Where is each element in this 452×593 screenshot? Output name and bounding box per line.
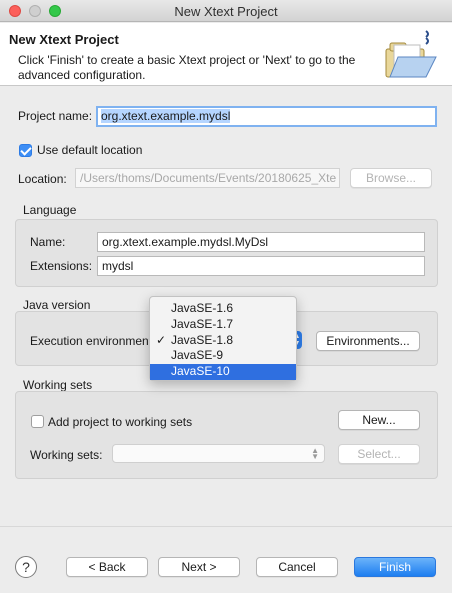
finish-button[interactable]: Finish (354, 557, 436, 577)
checkmark-icon: ✓ (156, 332, 167, 347)
folder-wizard-icon (385, 30, 437, 78)
project-name-label: Project name: (18, 109, 93, 123)
use-default-location-checkbox[interactable] (19, 144, 32, 157)
back-button[interactable]: < Back (66, 557, 148, 577)
footer-separator (0, 526, 452, 527)
working-sets-combo[interactable]: ▲ ▼ (112, 444, 325, 463)
wizard-description: Click 'Finish' to create a basic Xtext p… (18, 53, 356, 82)
select-working-set-button[interactable]: Select... (338, 444, 420, 464)
execution-environment-dropdown: JavaSE-1.6 JavaSE-1.7 ✓ JavaSE-1.8 JavaSE… (149, 296, 297, 381)
wizard-title: New Xtext Project (9, 32, 119, 47)
use-default-location-label: Use default location (37, 143, 143, 157)
execution-environment-label: Execution environment (30, 334, 153, 348)
add-to-working-sets-checkbox[interactable] (31, 415, 44, 428)
dropdown-option-javase-10[interactable]: JavaSE-10 (150, 364, 296, 380)
java-version-group-label: Java version (23, 298, 91, 312)
add-to-working-sets-label: Add project to working sets (48, 415, 193, 429)
dropdown-option-javase-9[interactable]: JavaSE-9 (150, 348, 296, 364)
language-name-input[interactable]: org.xtext.example.mydsl.MyDsl (97, 232, 425, 252)
dropdown-option-javase-1-8[interactable]: ✓ JavaSE-1.8 (150, 333, 296, 349)
new-working-set-button[interactable]: New... (338, 410, 420, 430)
environments-button[interactable]: Environments... (316, 331, 420, 351)
title-bar: New Xtext Project (0, 0, 452, 22)
working-sets-group (15, 391, 438, 479)
wizard-header: New Xtext Project Click 'Finish' to crea… (0, 23, 452, 86)
cancel-button[interactable]: Cancel (256, 557, 338, 577)
project-name-input[interactable]: org.xtext.example.mydsl (96, 106, 437, 127)
dropdown-option-javase-1-6[interactable]: JavaSE-1.6 (150, 301, 296, 317)
dropdown-option-javase-1-7[interactable]: JavaSE-1.7 (150, 317, 296, 333)
working-sets-group-label: Working sets (23, 378, 93, 392)
language-group-label: Language (23, 203, 77, 217)
updown-icon: ▲ ▼ (311, 446, 319, 461)
language-group (15, 219, 438, 287)
browse-button[interactable]: Browse... (350, 168, 432, 188)
window-title: New Xtext Project (174, 4, 278, 19)
next-button[interactable]: Next > (158, 557, 240, 577)
project-name-value: org.xtext.example.mydsl (101, 109, 231, 123)
help-icon[interactable]: ? (15, 556, 37, 578)
extensions-label: Extensions: (30, 259, 93, 273)
location-label: Location: (18, 172, 67, 186)
language-name-label: Name: (30, 235, 66, 249)
location-input[interactable]: /Users/thoms/Documents/Events/20180625_X… (75, 168, 340, 188)
working-sets-label: Working sets: (30, 448, 103, 462)
extensions-input[interactable]: mydsl (97, 256, 425, 276)
